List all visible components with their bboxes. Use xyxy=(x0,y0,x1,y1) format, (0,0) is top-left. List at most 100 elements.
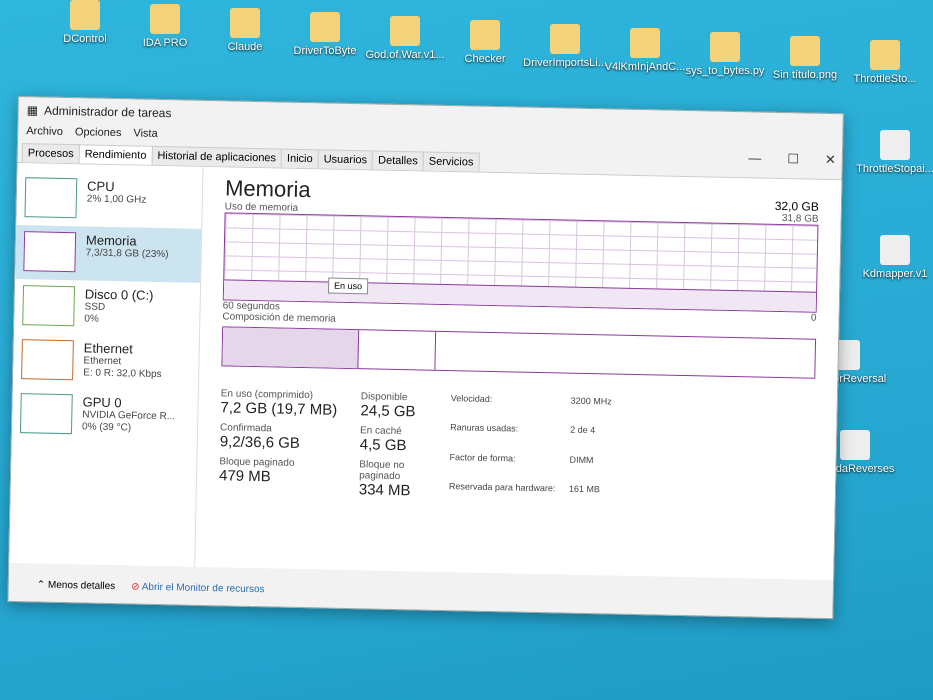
desktop-icon-label: IDA PRO xyxy=(142,37,188,49)
desktop-icon[interactable]: ThrottleStopai... xyxy=(850,130,933,175)
prop-value: DIMM xyxy=(569,454,594,465)
prop-label: Ranuras usadas: xyxy=(450,422,519,434)
memory-usage-graph: En uso xyxy=(222,212,819,313)
file-icon xyxy=(150,4,180,34)
mini-graph xyxy=(23,231,77,273)
sidebar-item-title: Ethernet xyxy=(83,340,134,357)
stat-value: 479 MB xyxy=(218,467,271,486)
total-memory: 32,0 GB xyxy=(774,198,820,214)
memory-properties: Velocidad: 3200 MHz Ranuras usadas: 2 de 4… xyxy=(449,393,631,510)
stat-label: Bloque no paginado xyxy=(359,459,405,483)
mini-graph xyxy=(22,285,76,327)
stat-value: 7,2 GB (19,7 MB) xyxy=(220,399,338,419)
tab-servicios[interactable]: Servicios xyxy=(422,151,480,172)
resource-monitor-link[interactable]: ⊘ Abrir el Monitor de recursos xyxy=(131,581,265,595)
desktop-icon-label: God.of.War.v1... xyxy=(365,49,445,61)
stat-value: 4,5 GB xyxy=(359,436,407,455)
tab-inicio[interactable]: Inicio xyxy=(280,148,319,169)
file-icon xyxy=(310,12,340,42)
desktop-icon-label: sys_to_bytes.py xyxy=(685,65,765,77)
menu-opciones[interactable]: Opciones xyxy=(75,126,122,139)
minimize-button[interactable]: — xyxy=(748,150,761,166)
tab-usuarios[interactable]: Usuarios xyxy=(317,149,374,170)
desktop-icon[interactable]: ThrottleSto... xyxy=(840,40,930,85)
desktop-icon-label: Kdmapper.v1 xyxy=(862,268,928,280)
desktop-icon[interactable]: DControl xyxy=(40,0,130,45)
tab-procesos[interactable]: Procesos xyxy=(21,143,80,164)
close-button[interactable]: ✕ xyxy=(825,152,836,168)
tab-detalles[interactable]: Detalles xyxy=(371,150,425,171)
desktop-icon[interactable]: God.of.War.v1... xyxy=(360,16,450,61)
less-details-label: Menos detalles xyxy=(47,579,116,592)
sidebar-item-title: Memoria xyxy=(85,232,137,249)
usage-max: 31,8 GB xyxy=(781,213,819,225)
memory-composition-bar xyxy=(221,326,817,379)
file-icon xyxy=(390,16,420,46)
sidebar-item-detail: 7,3/31,8 GB (23%) xyxy=(85,247,169,261)
sidebar-item-title: CPU xyxy=(86,178,115,195)
file-icon xyxy=(630,28,660,58)
sidebar-item-detail: 2% 1,00 GHz xyxy=(86,193,147,206)
sidebar-item-ethernet[interactable]: Ethernet Ethernet E: 0 R: 32,0 Kbps xyxy=(13,333,199,391)
prop-label: Reservada para hardware: xyxy=(448,480,556,494)
menu-archivo[interactable]: Archivo xyxy=(26,125,63,138)
desktop-icon[interactable]: Sin título.png xyxy=(760,36,850,81)
menu-vista[interactable]: Vista xyxy=(133,127,158,140)
desktop-icon-label: DriverImportsLi... xyxy=(523,57,607,69)
task-manager-window: ▦ Administrador de tareas — ☐ ✕ Archivo … xyxy=(7,96,844,620)
prop-value: 3200 MHz xyxy=(570,395,612,407)
desktop-icon-label: Checker xyxy=(464,53,506,65)
file-icon xyxy=(70,0,100,30)
tooltip: En uso xyxy=(327,277,369,295)
desktop-icon[interactable]: Claude xyxy=(200,8,290,53)
tab-rendimiento[interactable]: Rendimiento xyxy=(78,144,153,165)
less-details-button[interactable]: ⌃ Menos detalles xyxy=(37,579,116,592)
desktop-icon-label: ThrottleStopai... xyxy=(856,163,933,175)
file-icon xyxy=(470,20,500,50)
sidebar-item-cpu[interactable]: CPU 2% 1,00 GHz xyxy=(16,171,202,229)
sidebar-item-disco[interactable]: Disco 0 (C:) SSD 0% xyxy=(14,279,200,337)
prop-label: Factor de forma: xyxy=(449,451,516,463)
desktop-icon-label: DriverToByte xyxy=(293,45,357,57)
prop-value: 2 de 4 xyxy=(570,424,596,436)
file-icon xyxy=(790,36,820,66)
sidebar-item-memoria[interactable]: Memoria 7,3/31,8 GB (23%) xyxy=(15,224,202,283)
file-icon xyxy=(840,430,870,460)
zero-label: 0 xyxy=(810,312,817,324)
desktop-icon[interactable]: Checker xyxy=(440,20,530,65)
sidebar-item-detail: E: 0 R: 32,0 Kbps xyxy=(83,367,162,381)
desktop-icon-label: Sin título.png xyxy=(772,69,838,81)
desktop-icon-label: ThrottleSto... xyxy=(853,73,917,85)
stat-value: 9,2/36,6 GB xyxy=(219,433,301,452)
desktop-icon[interactable]: DriverToByte xyxy=(280,12,370,57)
resource-monitor-label: Abrir el Monitor de recursos xyxy=(141,581,265,595)
window-title: Administrador de tareas xyxy=(43,103,172,121)
sidebar-item-detail: 0% xyxy=(84,313,99,325)
sidebar-item-detail: 0% (39 °C) xyxy=(81,421,132,434)
sidebar-item-title: Disco 0 (C:) xyxy=(84,286,154,303)
maximize-button[interactable]: ☐ xyxy=(787,151,799,167)
desktop-icon[interactable]: V4lKmInjAndC... xyxy=(600,28,690,73)
composition-free xyxy=(435,332,815,378)
composition-in-use xyxy=(222,327,360,369)
chevron-up-icon: ⌃ xyxy=(36,579,46,591)
tab-historial[interactable]: Historial de aplicaciones xyxy=(151,145,283,168)
resource-monitor-icon: ⊘ xyxy=(131,580,140,593)
desktop-icon[interactable]: DriverImportsLi... xyxy=(520,24,610,69)
mini-graph xyxy=(24,177,78,219)
page-title: Memoria xyxy=(224,175,311,203)
stat-value: 334 MB xyxy=(358,481,411,500)
sidebar-item-gpu[interactable]: GPU 0 NVIDIA GeForce R... 0% (39 °C) xyxy=(12,387,198,445)
desktop-icon[interactable]: Kdmapper.v1 xyxy=(850,235,933,280)
composition-cached xyxy=(358,330,437,370)
file-icon xyxy=(710,32,740,62)
desktop-icon-label: V4lKmInjAndC... xyxy=(604,61,686,73)
resource-sidebar: CPU 2% 1,00 GHz Memoria 7,3/31,8 GB (23%) Di… xyxy=(9,163,204,567)
mini-graph xyxy=(21,339,74,381)
desktop-icon-label: DControl xyxy=(63,33,107,45)
mini-graph xyxy=(19,393,73,435)
desktop-icon[interactable]: IDA PRO xyxy=(120,4,210,49)
prop-value: 161 MB xyxy=(568,483,601,495)
task-manager-icon: ▦ xyxy=(26,103,39,118)
desktop-icon[interactable]: sys_to_bytes.py xyxy=(680,32,770,77)
